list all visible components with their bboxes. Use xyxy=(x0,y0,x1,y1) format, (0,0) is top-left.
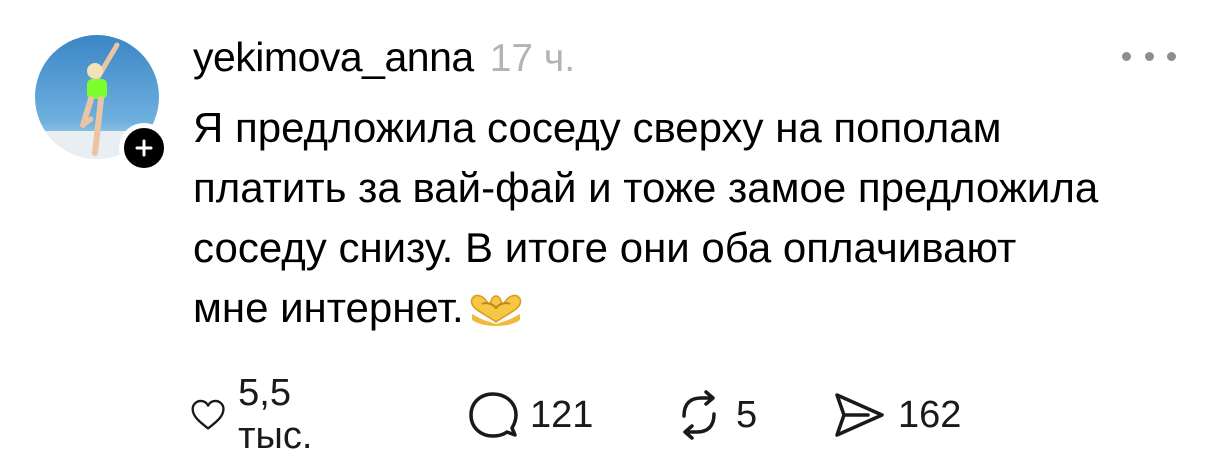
post-card: yekimova_anna 17 ч. Я предложила соседу … xyxy=(0,0,1220,466)
heart-icon xyxy=(191,399,225,430)
share-count: 162 xyxy=(898,393,962,436)
comment-icon xyxy=(469,392,518,438)
author-name[interactable]: yekimova_anna xyxy=(193,34,474,81)
follow-button[interactable] xyxy=(119,123,169,173)
more-dot-icon xyxy=(1167,51,1176,61)
more-dot-icon xyxy=(1122,51,1131,61)
avatar-container[interactable] xyxy=(35,35,169,173)
share-button[interactable]: 162 xyxy=(832,390,961,440)
more-options-button[interactable] xyxy=(1122,44,1176,68)
post-text-line: платить за вай-фай и тоже замое предложи… xyxy=(193,164,1099,211)
send-icon xyxy=(835,393,884,437)
comment-count: 121 xyxy=(530,393,594,436)
repost-button[interactable]: 5 xyxy=(674,390,757,440)
repost-count: 5 xyxy=(736,393,758,436)
like-count: 5,5 тыс. xyxy=(238,372,313,457)
like-button[interactable]: 5,5 тыс. xyxy=(190,372,330,457)
post-text: Я предложила соседу сверху на пополам пл… xyxy=(193,98,1193,338)
repost-icon xyxy=(682,390,716,440)
post-header: yekimova_anna 17 ч. xyxy=(193,34,575,86)
more-dot-icon xyxy=(1144,51,1154,61)
comment-button[interactable]: 121 xyxy=(468,390,593,440)
post-text-last-line: мне интернет. xyxy=(193,278,1193,338)
plus-icon xyxy=(135,139,153,157)
post-text-line: Я предложила соседу сверху на пополам xyxy=(193,104,1002,151)
post-timestamp: 17 ч. xyxy=(489,37,576,80)
heart-hands-icon xyxy=(470,294,521,326)
post-text-line: мне интернет. xyxy=(193,284,464,331)
post-text-line: соседу снизу. В итоге они оба оплачивают xyxy=(193,224,1017,271)
